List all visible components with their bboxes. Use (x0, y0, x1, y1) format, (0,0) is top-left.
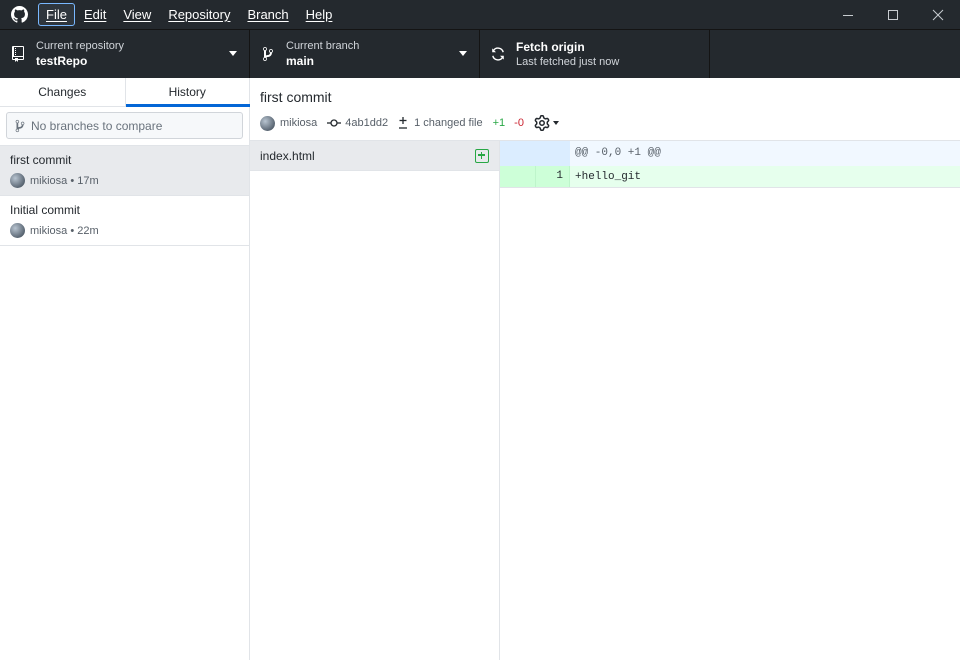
commit-list-item[interactable]: first commit mikiosa • 17m (0, 146, 249, 196)
diff-view: @@ -0,0 +1 @@ 1 +hello_git (500, 141, 960, 660)
window-controls (825, 0, 960, 29)
avatar (10, 223, 25, 238)
commit-title: first commit (260, 89, 332, 105)
menu-branch[interactable]: Branch (239, 3, 296, 26)
menu-bar: File Edit View Repository Branch Help (38, 0, 341, 29)
deletions-count: -0 (514, 117, 524, 129)
diff-gutter (500, 141, 570, 166)
close-icon (932, 9, 943, 20)
repo-label: Current repository (36, 40, 125, 52)
old-line-number (500, 166, 535, 187)
chevron-down-icon (459, 51, 467, 56)
sync-icon (480, 46, 516, 62)
sidebar: Changes History No branches to compare f… (0, 78, 250, 660)
commit-list-item[interactable]: Initial commit mikiosa • 22m (0, 196, 249, 246)
maximize-button[interactable] (870, 0, 915, 29)
commit-author: mikiosa (30, 174, 68, 187)
github-logo-icon (0, 0, 38, 29)
commit-time: 22m (77, 224, 99, 237)
new-line-number: 1 (535, 166, 570, 187)
chevron-down-icon (229, 51, 237, 56)
branch-compare-input[interactable]: No branches to compare (6, 112, 243, 139)
current-repository-dropdown[interactable]: Current repository testRepo (0, 30, 250, 78)
tab-history[interactable]: History (124, 78, 249, 107)
minimize-button[interactable] (825, 0, 870, 29)
menu-help[interactable]: Help (298, 3, 341, 26)
git-commit-icon (327, 119, 342, 127)
sidebar-tabs: Changes History (0, 78, 249, 107)
meta-separator: • (67, 224, 78, 237)
fetch-origin-button[interactable]: Fetch origin Last fetched just now (480, 30, 710, 78)
file-added-icon (475, 148, 489, 163)
minimize-icon (842, 14, 853, 16)
commit-author: mikiosa (30, 224, 68, 237)
hunk-header-text: @@ -0,0 +1 @@ (575, 147, 661, 159)
file-name: index.html (260, 148, 315, 163)
repo-name: testRepo (36, 54, 88, 68)
menu-file[interactable]: File (38, 3, 75, 26)
chevron-down-icon (552, 121, 559, 125)
title-bar: File Edit View Repository Branch Help (0, 0, 960, 29)
close-button[interactable] (915, 0, 960, 29)
changed-files-count: 1 changed file (414, 117, 483, 129)
toolbar: Current repository testRepo Current bran… (0, 29, 960, 78)
commit-summary: Initial commit (10, 203, 81, 217)
commit-author: mikiosa (280, 117, 318, 129)
commit-summary-header: first commit mikiosa 4ab1dd2 1 changed f… (250, 78, 960, 141)
menu-repository[interactable]: Repository (160, 3, 238, 26)
tab-changes[interactable]: Changes (0, 78, 125, 106)
diff-hunk-header: @@ -0,0 +1 @@ (500, 141, 960, 166)
commit-summary: first commit (10, 153, 72, 167)
diff-line-text: +hello_git (575, 171, 642, 183)
fetch-title: Fetch origin (516, 39, 585, 54)
commit-sha[interactable]: 4ab1dd2 (345, 117, 388, 129)
commit-list: first commit mikiosa • 17m Initial commi… (0, 145, 249, 246)
menu-view[interactable]: View (115, 3, 159, 26)
branch-icon (250, 46, 286, 62)
current-branch-dropdown[interactable]: Current branch main (250, 30, 480, 78)
maximize-icon (887, 9, 898, 20)
fetch-status: Last fetched just now (516, 55, 620, 68)
menu-edit[interactable]: Edit (76, 3, 114, 26)
branch-name: main (286, 54, 315, 68)
compare-placeholder: No branches to compare (31, 118, 163, 133)
meta-separator: • (67, 174, 78, 187)
branch-icon (15, 119, 25, 132)
additions-count: +1 (492, 117, 506, 129)
diff-options-button[interactable] (534, 115, 559, 131)
avatar (260, 115, 275, 131)
commit-time: 17m (77, 174, 99, 187)
diff-icon (399, 117, 408, 129)
gear-icon (534, 115, 550, 131)
branch-label: Current branch (286, 40, 360, 52)
diff-line-added[interactable]: 1 +hello_git (500, 166, 960, 188)
avatar (10, 173, 25, 188)
repo-icon (0, 46, 36, 62)
changed-files-list: index.html (250, 141, 500, 660)
file-list-item[interactable]: index.html (250, 141, 499, 171)
